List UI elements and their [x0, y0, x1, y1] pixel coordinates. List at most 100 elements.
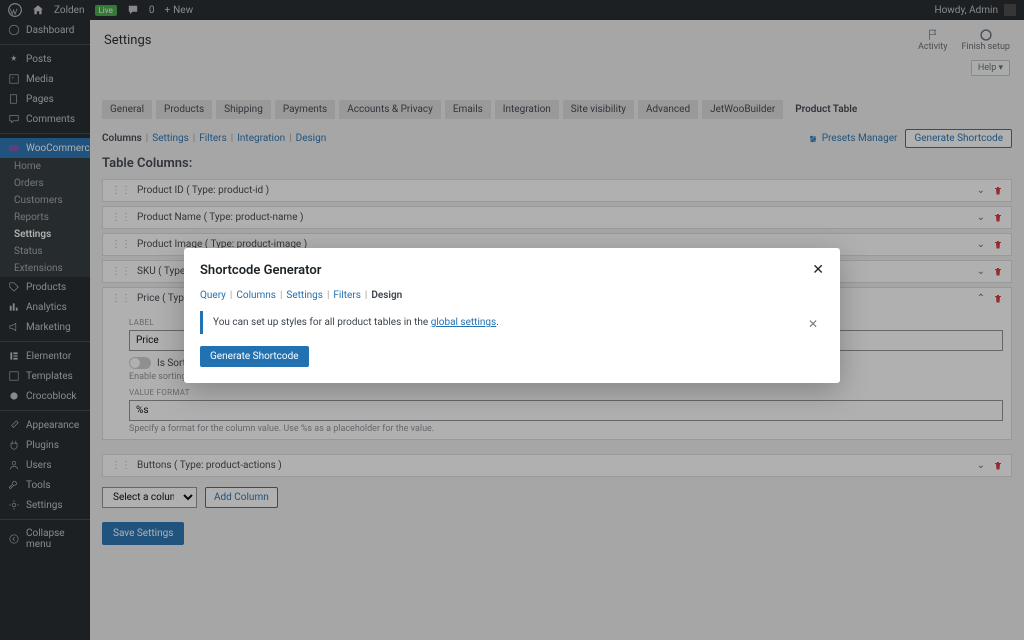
add-column-button[interactable]: Add Column [205, 487, 278, 508]
subnav-filters[interactable]: Filters [199, 133, 227, 144]
finish-setup-button[interactable]: Finish setup [961, 28, 1010, 52]
chevron-down-icon[interactable]: ⌄ [977, 212, 985, 223]
site-name[interactable]: Zolden [54, 5, 85, 16]
trash-icon[interactable] [993, 213, 1003, 223]
sidebar-item-dashboard[interactable]: Dashboard [0, 20, 90, 40]
wordpress-logo-icon[interactable] [8, 3, 22, 17]
croco-icon [8, 390, 20, 402]
admin-sidebar: Dashboard Posts Media Pages Comments Woo… [0, 20, 90, 640]
home-icon[interactable] [32, 4, 44, 16]
subnav-settings[interactable]: Settings [152, 133, 189, 144]
trash-icon[interactable] [993, 186, 1003, 196]
help-toggle[interactable]: Help ▾ [971, 60, 1010, 76]
activity-button[interactable]: Activity [918, 28, 947, 52]
sidebar-collapse[interactable]: Collapse menu [0, 524, 90, 554]
woo-sub-home[interactable]: Home [0, 158, 90, 175]
comment-icon[interactable] [127, 4, 139, 16]
sidebar-item-users[interactable]: Users [0, 455, 90, 475]
subnav-columns[interactable]: Columns [102, 133, 142, 144]
modal-tab-query[interactable]: Query [200, 290, 226, 301]
drag-handle-icon[interactable]: ⋮⋮ [111, 266, 131, 277]
tab-payments[interactable]: Payments [275, 100, 335, 119]
live-badge: Live [95, 5, 117, 16]
avatar[interactable] [1004, 4, 1016, 16]
format-help: Specify a format for the column value. U… [129, 424, 1003, 434]
sidebar-item-media[interactable]: Media [0, 69, 90, 89]
sidebar-item-crocoblock[interactable]: Crocoblock [0, 386, 90, 406]
page-icon [8, 93, 20, 105]
admin-bar: Zolden Live 0 + New Howdy, Admin [0, 0, 1024, 20]
generate-shortcode-button[interactable]: Generate Shortcode [905, 129, 1012, 148]
modal-tab-settings[interactable]: Settings [286, 290, 323, 301]
chevron-down-icon[interactable]: ⌄ [977, 266, 985, 277]
close-icon[interactable]: ✕ [812, 262, 824, 278]
trash-icon[interactable] [993, 294, 1003, 304]
woo-sub-reports[interactable]: Reports [0, 209, 90, 226]
sidebar-item-elementor[interactable]: Elementor [0, 346, 90, 366]
sidebar-item-analytics[interactable]: Analytics [0, 297, 90, 317]
tab-integration[interactable]: Integration [495, 100, 559, 119]
woo-sub-customers[interactable]: Customers [0, 192, 90, 209]
chevron-down-icon[interactable]: ⌄ [977, 460, 985, 471]
sidebar-item-pages[interactable]: Pages [0, 89, 90, 109]
subnav-design[interactable]: Design [296, 133, 327, 144]
dashboard-icon [8, 24, 20, 36]
modal-tab-columns[interactable]: Columns [236, 290, 276, 301]
sidebar-item-posts[interactable]: Posts [0, 49, 90, 69]
sidebar-item-products[interactable]: Products [0, 277, 90, 297]
sidebar-item-plugins[interactable]: Plugins [0, 435, 90, 455]
drag-handle-icon[interactable]: ⋮⋮ [111, 212, 131, 223]
column-row: ⋮⋮ Product ID ( Type: product-id ) ⌄ [102, 179, 1012, 202]
tab-jetwoobuilder[interactable]: JetWooBuilder [702, 100, 783, 119]
comment-icon [8, 113, 20, 125]
trash-icon[interactable] [993, 240, 1003, 250]
sidebar-item-settings[interactable]: Settings [0, 495, 90, 515]
column-select[interactable]: Select a column... [102, 487, 197, 508]
chart-icon [8, 301, 20, 313]
brush-icon [8, 419, 20, 431]
tab-emails[interactable]: Emails [445, 100, 491, 119]
tab-accounts[interactable]: Accounts & Privacy [339, 100, 441, 119]
modal-tab-filters[interactable]: Filters [333, 290, 361, 301]
drag-handle-icon[interactable]: ⋮⋮ [111, 185, 131, 196]
new-content-button[interactable]: + New [164, 5, 193, 16]
sidebar-item-comments[interactable]: Comments [0, 109, 90, 129]
chevron-up-icon[interactable]: ⌃ [977, 293, 985, 304]
presets-manager-link[interactable]: Presets Manager [808, 133, 898, 144]
sidebar-item-woocommerce[interactable]: WooCommerce [0, 138, 90, 158]
progress-circle-icon [979, 28, 993, 42]
subnav-integration[interactable]: Integration [237, 133, 285, 144]
wrench-icon [8, 479, 20, 491]
tab-general[interactable]: General [102, 100, 152, 119]
howdy-text[interactable]: Howdy, Admin [934, 5, 998, 16]
chevron-down-icon[interactable]: ⌄ [977, 239, 985, 250]
column-title: Product ID ( Type: product-id ) [137, 185, 269, 196]
comments-count: 0 [149, 5, 155, 16]
trash-icon[interactable] [993, 267, 1003, 277]
tab-advanced[interactable]: Advanced [638, 100, 698, 119]
sortable-toggle[interactable] [129, 357, 151, 369]
tab-product-table[interactable]: Product Table [787, 100, 865, 119]
woo-sub-extensions[interactable]: Extensions [0, 260, 90, 277]
woo-sub-status[interactable]: Status [0, 243, 90, 260]
modal-generate-shortcode-button[interactable]: Generate Shortcode [200, 346, 309, 367]
chevron-down-icon[interactable]: ⌄ [977, 185, 985, 196]
modal-tab-design[interactable]: Design [371, 290, 402, 301]
sidebar-item-appearance[interactable]: Appearance [0, 415, 90, 435]
drag-handle-icon[interactable]: ⋮⋮ [111, 293, 131, 304]
notice-close-icon[interactable]: ✕ [808, 317, 818, 331]
tab-shipping[interactable]: Shipping [216, 100, 271, 119]
sidebar-item-templates[interactable]: Templates [0, 366, 90, 386]
tab-products[interactable]: Products [156, 100, 212, 119]
save-settings-button[interactable]: Save Settings [102, 522, 184, 545]
drag-handle-icon[interactable]: ⋮⋮ [111, 460, 131, 471]
drag-handle-icon[interactable]: ⋮⋮ [111, 239, 131, 250]
format-input[interactable] [129, 400, 1003, 421]
global-settings-link[interactable]: global settings [431, 317, 496, 328]
woo-sub-settings[interactable]: Settings [0, 226, 90, 243]
woo-sub-orders[interactable]: Orders [0, 175, 90, 192]
sidebar-item-tools[interactable]: Tools [0, 475, 90, 495]
trash-icon[interactable] [993, 461, 1003, 471]
sidebar-item-marketing[interactable]: Marketing [0, 317, 90, 337]
tab-visibility[interactable]: Site visibility [563, 100, 634, 119]
